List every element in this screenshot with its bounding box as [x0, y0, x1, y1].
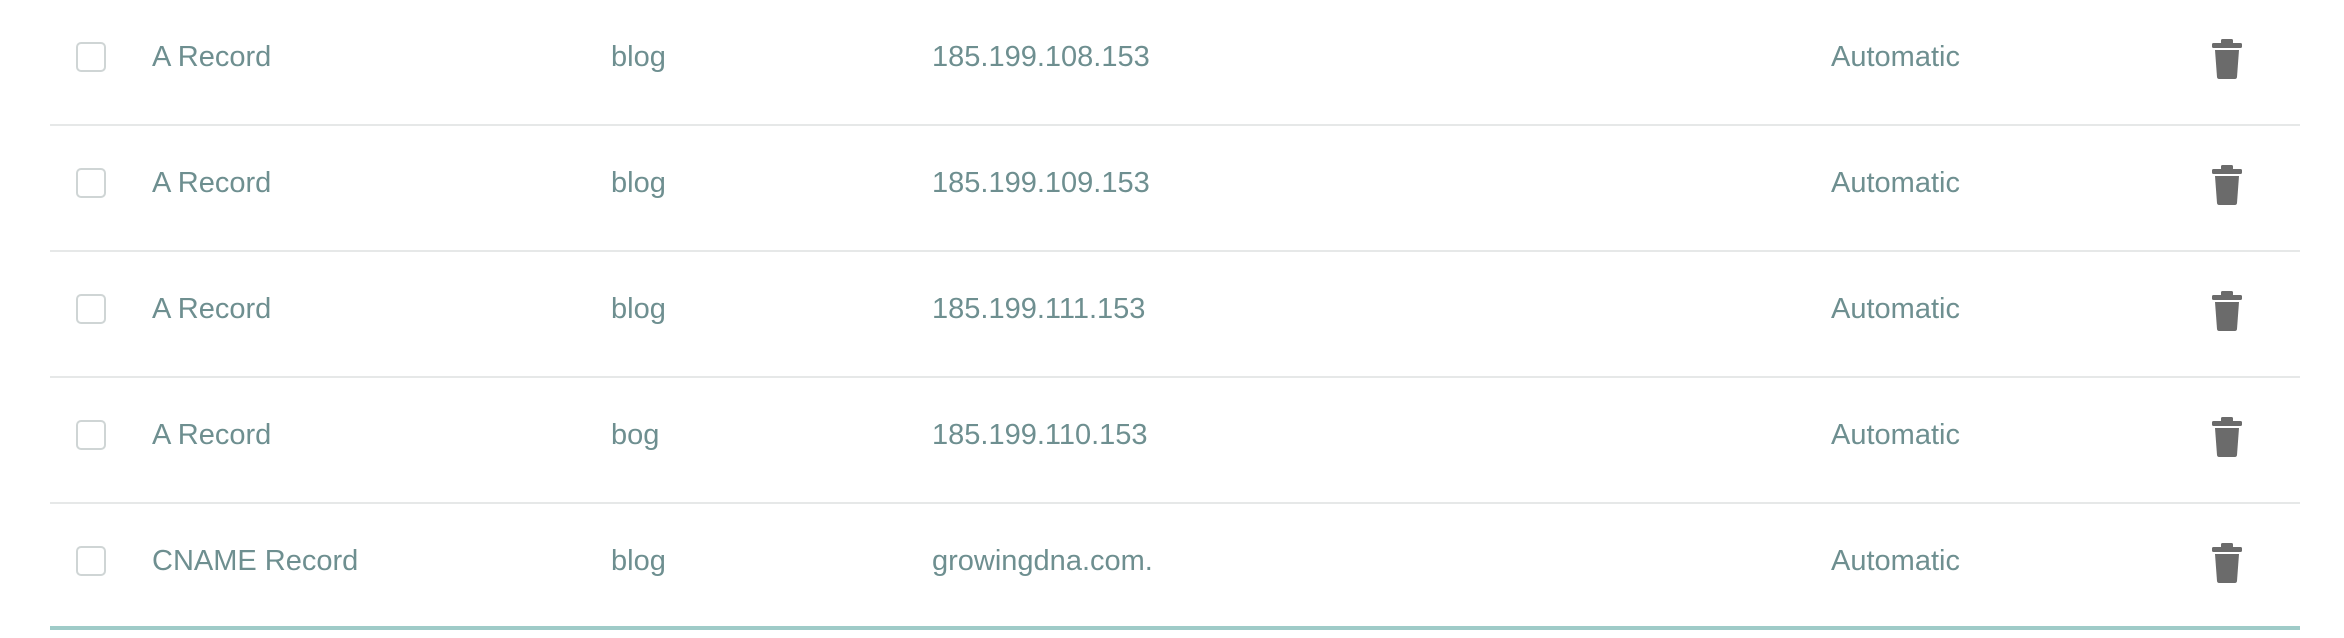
table-row: CNAME Record blog growingdna.com. Automa… — [50, 504, 2300, 630]
delete-record-button[interactable] — [2205, 540, 2249, 584]
record-ttl: Automatic — [1831, 41, 1960, 73]
row-select-checkbox[interactable] — [76, 42, 106, 72]
delete-record-button[interactable] — [2205, 162, 2249, 206]
record-ttl: Automatic — [1831, 419, 1960, 451]
table-row: A Record blog 185.199.109.153 Automatic — [50, 126, 2300, 252]
dns-records-table: A Record blog 185.199.108.153 Automatic … — [50, 0, 2300, 630]
record-value: 185.199.109.153 — [932, 167, 1150, 199]
record-host: blog — [611, 41, 666, 73]
trash-icon — [2212, 291, 2242, 331]
record-host: blog — [611, 545, 666, 577]
delete-record-button[interactable] — [2205, 414, 2249, 458]
record-ttl: Automatic — [1831, 293, 1960, 325]
table-row: A Record blog 185.199.111.153 Automatic — [50, 252, 2300, 378]
trash-icon — [2212, 39, 2242, 79]
record-type: A Record — [152, 41, 272, 73]
record-type: CNAME Record — [152, 545, 359, 577]
table-row: A Record bog 185.199.110.153 Automatic — [50, 378, 2300, 504]
record-value: 185.199.111.153 — [932, 293, 1146, 325]
delete-record-button[interactable] — [2205, 36, 2249, 80]
record-host: blog — [611, 167, 666, 199]
row-select-checkbox[interactable] — [76, 546, 106, 576]
record-ttl: Automatic — [1831, 167, 1960, 199]
record-host: blog — [611, 293, 666, 325]
row-select-checkbox[interactable] — [76, 168, 106, 198]
record-type: A Record — [152, 167, 272, 199]
record-value: 185.199.110.153 — [932, 419, 1148, 451]
trash-icon — [2212, 417, 2242, 457]
record-host: bog — [611, 419, 660, 451]
record-type: A Record — [152, 419, 272, 451]
record-ttl: Automatic — [1831, 545, 1960, 577]
record-type: A Record — [152, 293, 272, 325]
record-value: growingdna.com. — [932, 545, 1153, 577]
delete-record-button[interactable] — [2205, 288, 2249, 332]
table-row: A Record blog 185.199.108.153 Automatic — [50, 0, 2300, 126]
record-value: 185.199.108.153 — [932, 41, 1150, 73]
trash-icon — [2212, 543, 2242, 583]
row-select-checkbox[interactable] — [76, 294, 106, 324]
trash-icon — [2212, 165, 2242, 205]
row-select-checkbox[interactable] — [76, 420, 106, 450]
